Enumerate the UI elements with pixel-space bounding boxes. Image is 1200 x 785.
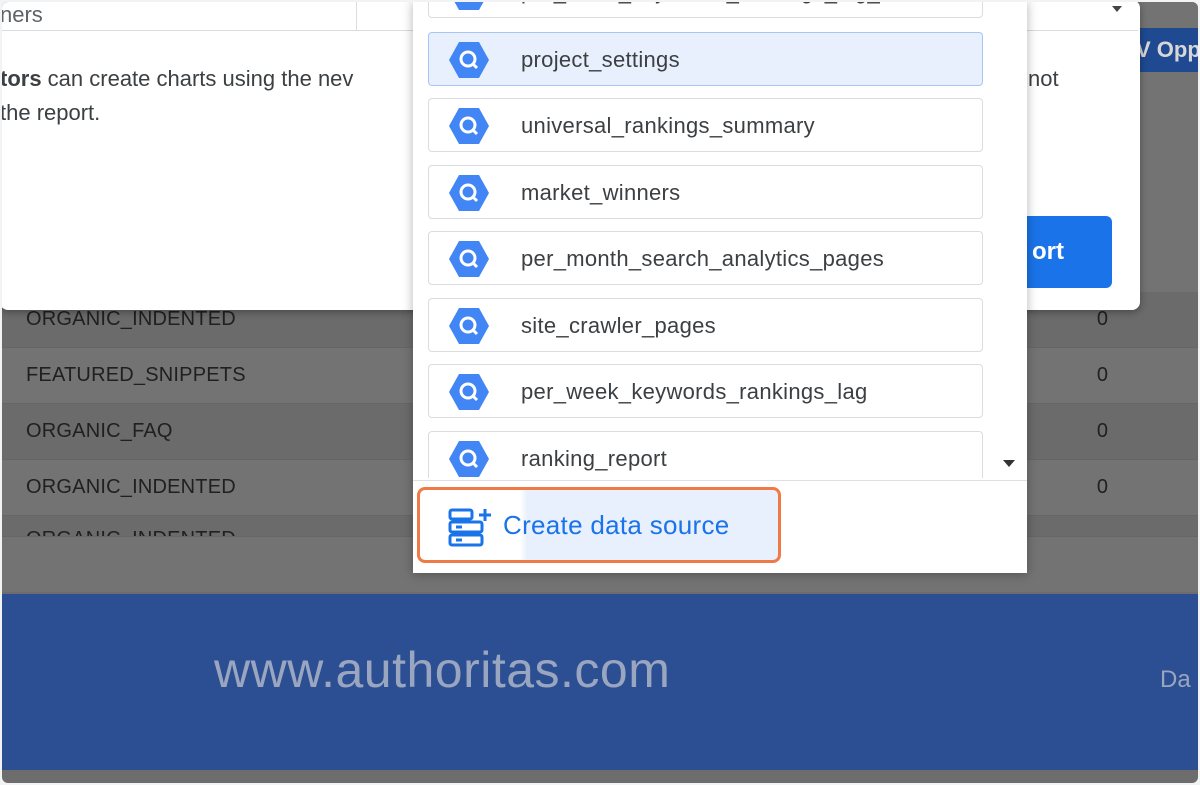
footer-date-label: Da bbox=[1160, 666, 1191, 693]
data-source-label: site_crawler_pages bbox=[521, 313, 716, 338]
create-data-source-label: Create data source bbox=[503, 510, 730, 540]
row-value: 0 bbox=[1096, 308, 1108, 330]
data-source-item[interactable]: site_crawler_pages bbox=[428, 298, 983, 352]
data-source-item[interactable]: project_settings bbox=[428, 32, 983, 86]
row-label: FEATURED_SNIPPETS bbox=[26, 364, 246, 386]
data-source-label: universal_rankings_summary bbox=[521, 113, 815, 138]
row-label: ORGANIC_INDENTED bbox=[26, 308, 236, 330]
bigquery-icon bbox=[449, 108, 489, 144]
data-source-item[interactable]: universal_rankings_summary bbox=[428, 98, 983, 152]
create-data-source-button[interactable]: Create data source bbox=[417, 487, 781, 563]
data-source-item[interactable]: ranking_report bbox=[428, 431, 983, 478]
data-source-label: project_settings bbox=[521, 47, 680, 72]
footer-site-url: www.authoritas.com bbox=[214, 642, 671, 698]
bigquery-icon bbox=[449, 441, 489, 477]
dialog-select-value: ners bbox=[2, 2, 43, 27]
report-footer: www.authoritas.com Da bbox=[2, 594, 1198, 770]
dialog-text-bold: tors bbox=[2, 66, 42, 91]
data-source-item[interactable]: per_week_keywords_rankings_lag_cut bbox=[428, 2, 983, 18]
row-label: ORGANIC_INDENTED bbox=[26, 476, 236, 498]
data-source-label: per_week_keywords_rankings_lag bbox=[521, 379, 868, 404]
dialog-text-right: not bbox=[1028, 66, 1059, 91]
bigquery-icon bbox=[449, 241, 489, 277]
row-value: 0 bbox=[1096, 476, 1108, 498]
row-value: - bbox=[1101, 528, 1108, 536]
row-label: ORGANIC_INDENTED bbox=[26, 528, 236, 536]
bigquery-icon bbox=[449, 308, 489, 344]
bigquery-icon bbox=[454, 2, 484, 10]
data-source-dropdown: per_week_keywords_rankings_lag_cut proje… bbox=[413, 2, 1027, 573]
data-source-label: market_winners bbox=[521, 180, 681, 205]
data-source-label: per_month_search_analytics_pages bbox=[521, 246, 885, 271]
chevron-down-icon[interactable] bbox=[1112, 6, 1122, 12]
data-source-item[interactable]: per_week_keywords_rankings_lag bbox=[428, 364, 983, 418]
row-value: 0 bbox=[1096, 420, 1108, 442]
scroll-down-icon[interactable] bbox=[1003, 460, 1015, 467]
bigquery-icon bbox=[449, 175, 489, 211]
screen-frame: V Opp ORGANIC_INDENTED 0 FEATURED_SNIPPE… bbox=[2, 2, 1198, 783]
data-source-label: per_week_keywords_rankings_lag_cut bbox=[521, 2, 910, 5]
row-value: 0 bbox=[1096, 364, 1108, 386]
dialog-text-line1: can create charts using the nev bbox=[41, 66, 354, 91]
bigquery-icon bbox=[449, 42, 489, 78]
data-source-item[interactable]: market_winners bbox=[428, 165, 983, 219]
create-data-source-icon bbox=[448, 508, 491, 547]
bigquery-icon bbox=[449, 374, 489, 410]
select-divider bbox=[356, 2, 357, 30]
data-source-item[interactable]: per_month_search_analytics_pages bbox=[428, 231, 983, 285]
dropdown-footer: Create data source bbox=[413, 480, 1027, 573]
data-source-list: per_week_keywords_rankings_lag_cut proje… bbox=[413, 2, 1013, 478]
row-label: ORGANIC_FAQ bbox=[26, 420, 173, 442]
data-source-label: ranking_report bbox=[521, 446, 668, 471]
